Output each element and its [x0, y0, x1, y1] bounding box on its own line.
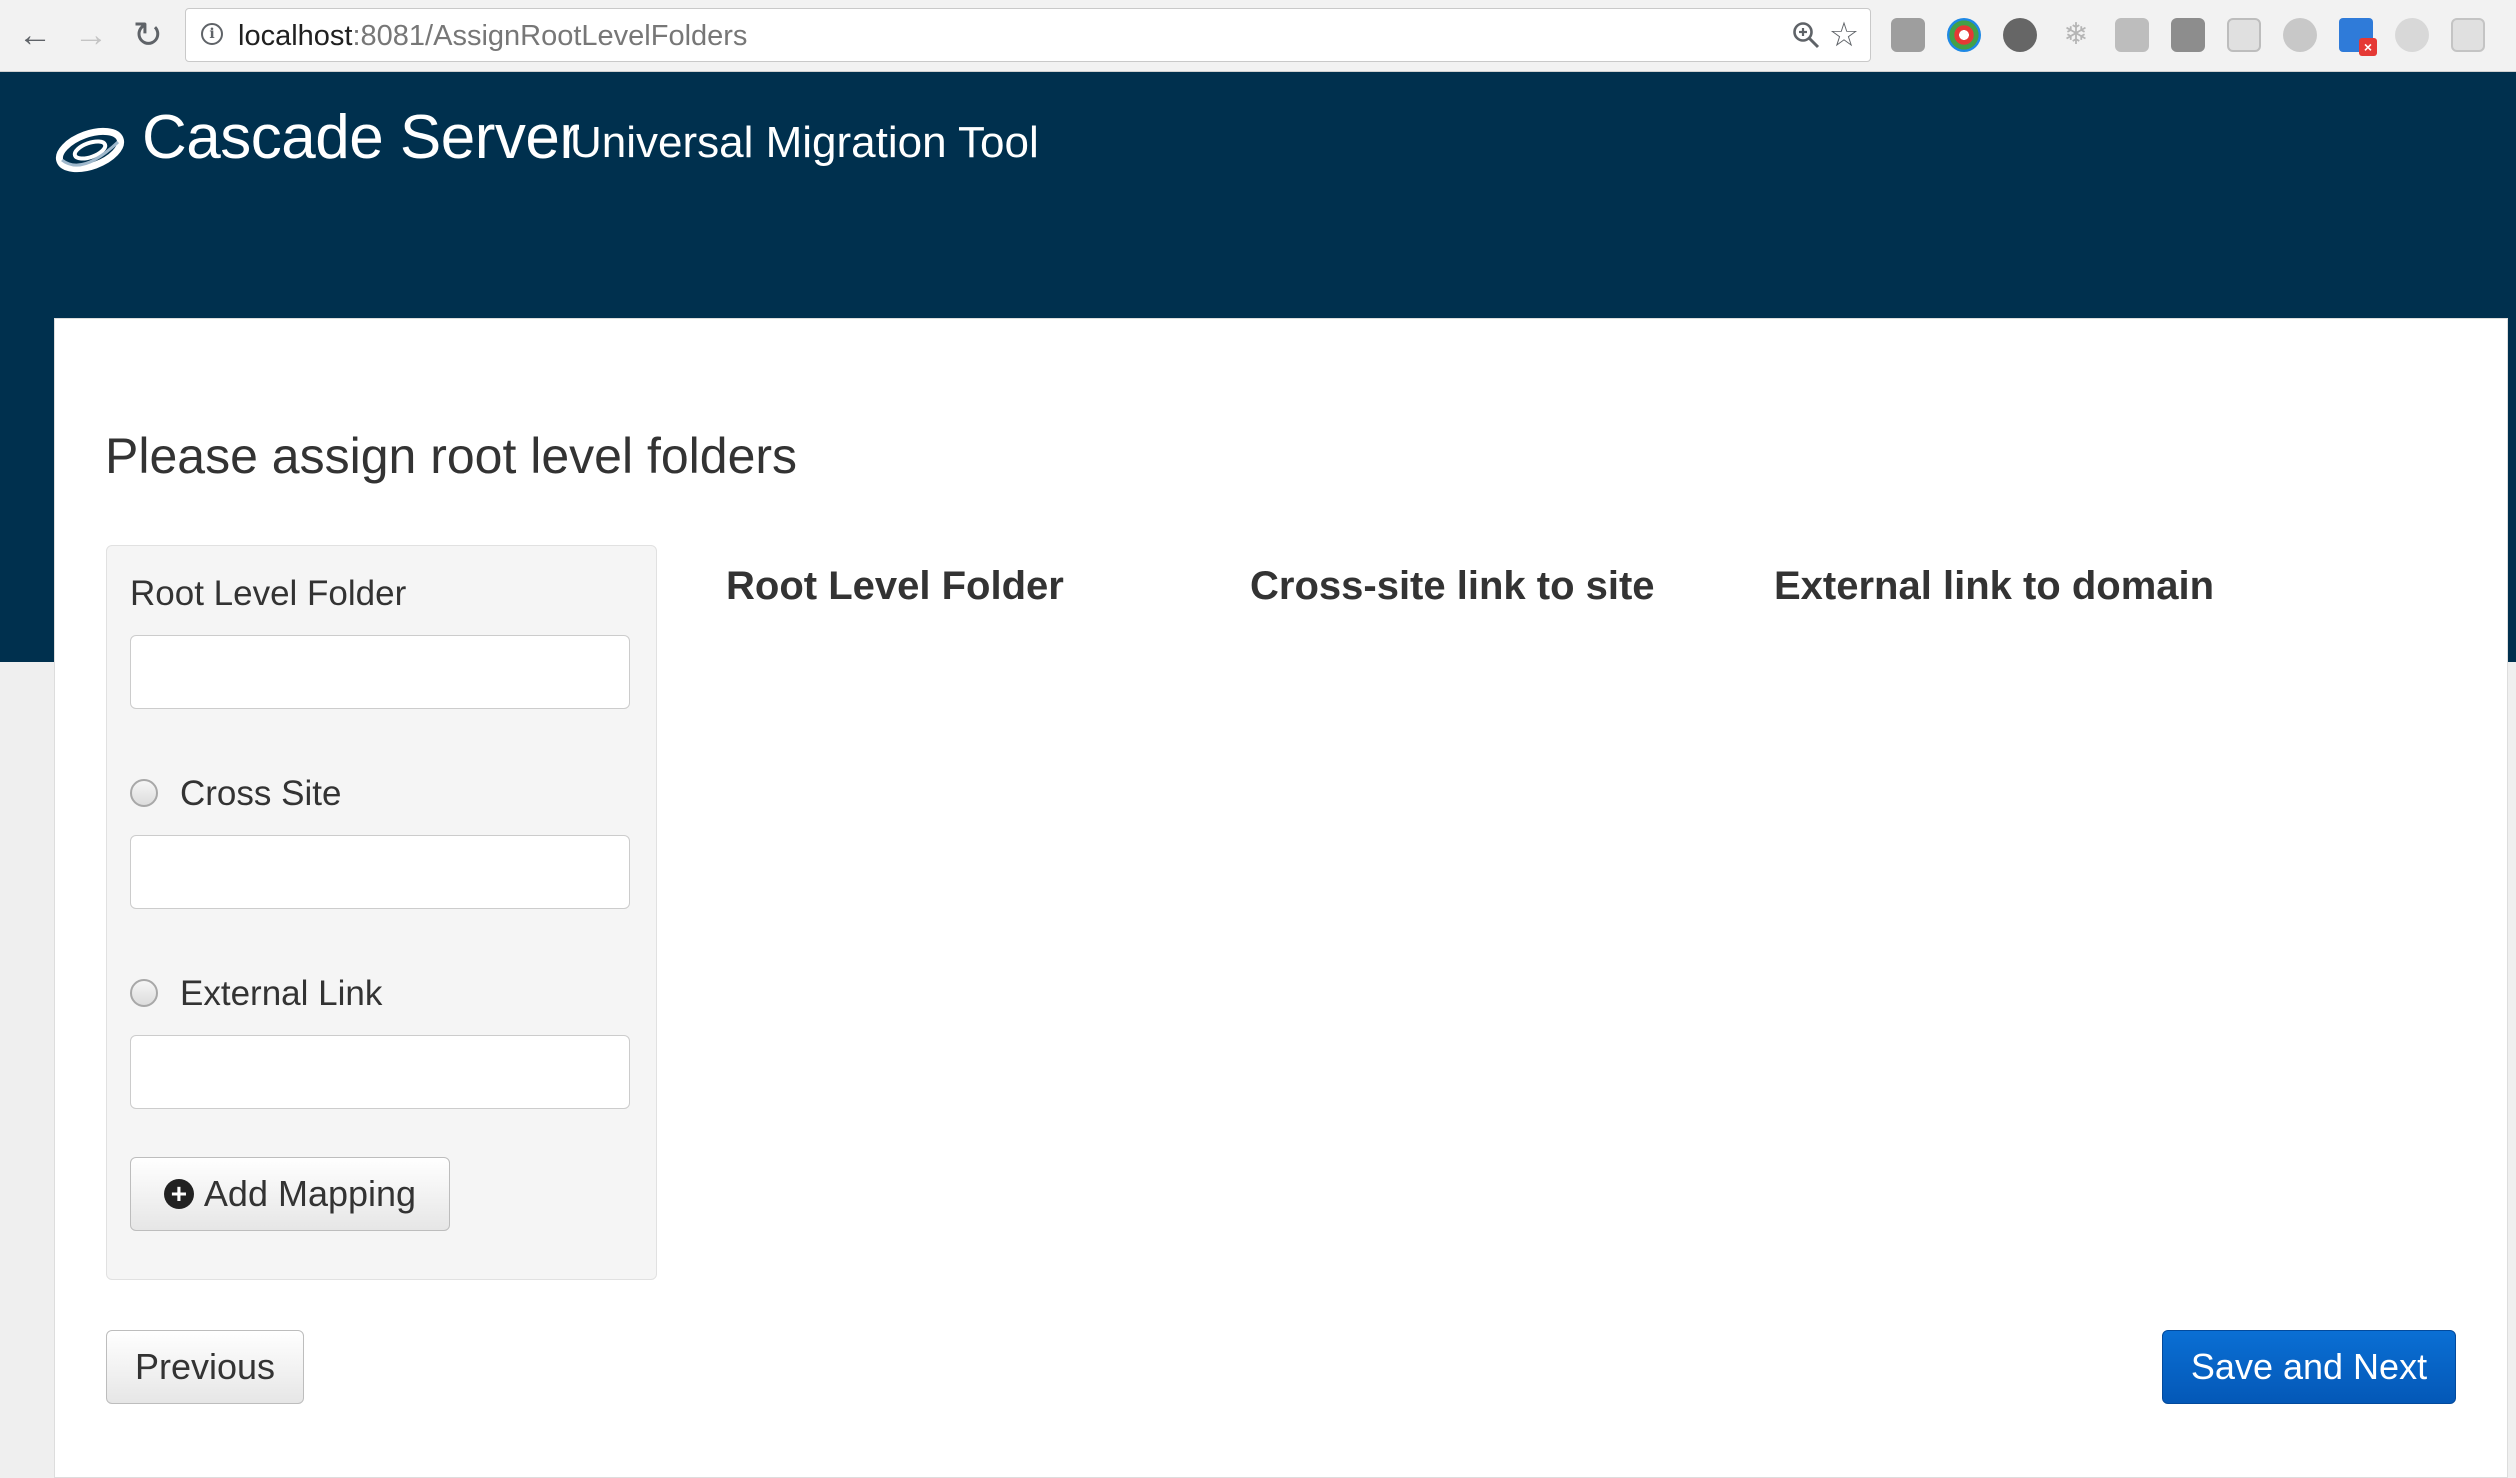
- color-picker-icon[interactable]: [1947, 18, 1981, 52]
- header-root-level-folder: Root Level Folder: [726, 564, 1064, 608]
- browser-toolbar: ← → ↻ i localhost:8081/AssignRootLevelFo…: [0, 0, 2516, 72]
- cross-site-input[interactable]: [130, 835, 630, 909]
- root-folder-input[interactable]: [130, 635, 630, 709]
- extension-icon[interactable]: [2451, 18, 2485, 52]
- forward-arrow-icon[interactable]: →: [70, 14, 112, 56]
- cross-site-label[interactable]: Cross Site: [180, 774, 341, 814]
- external-link-input[interactable]: [130, 1035, 630, 1109]
- extension-icon[interactable]: [2283, 18, 2317, 52]
- header-cross-site-link: Cross-site link to site: [1250, 564, 1655, 608]
- add-mapping-button[interactable]: + Add Mapping: [130, 1157, 450, 1231]
- reload-icon[interactable]: ↻: [127, 14, 169, 56]
- back-arrow-icon[interactable]: ←: [14, 14, 56, 56]
- brand-subtitle: Universal Migration Tool: [570, 118, 1039, 167]
- url-host: localhost: [238, 20, 353, 52]
- camera-icon[interactable]: [1891, 18, 1925, 52]
- header-external-link: External link to domain: [1774, 564, 2215, 608]
- extension-icon[interactable]: [2395, 18, 2429, 52]
- page-title: Please assign root level folders: [105, 428, 798, 484]
- mapping-form: Root Level Folder Cross Site External Li…: [106, 545, 657, 1280]
- zoom-icon[interactable]: [1788, 17, 1824, 53]
- extension-icon[interactable]: [2227, 18, 2261, 52]
- screen-icon[interactable]: ×: [2339, 18, 2377, 56]
- external-link-label[interactable]: External Link: [180, 974, 382, 1014]
- save-and-next-button[interactable]: Save and Next: [2162, 1330, 2456, 1404]
- globe-icon[interactable]: [2003, 18, 2037, 52]
- extension-icon[interactable]: [2115, 18, 2149, 52]
- root-folder-label: Root Level Folder: [130, 574, 407, 613]
- extension-icon[interactable]: [2171, 18, 2205, 52]
- brand-name: Cascade Server: [142, 103, 580, 172]
- plus-circle-icon: +: [163, 1179, 194, 1209]
- bookmark-star-icon[interactable]: ☆: [1826, 16, 1862, 54]
- main-card: Please assign root level folders Root Le…: [54, 318, 2508, 1478]
- address-bar[interactable]: i localhost:8081/AssignRootLevelFolders …: [185, 8, 1871, 62]
- external-link-radio[interactable]: [130, 979, 158, 1007]
- url-path: :8081/AssignRootLevelFolders: [352, 20, 748, 52]
- add-mapping-label: Add Mapping: [203, 1173, 417, 1214]
- cross-site-radio[interactable]: [130, 779, 158, 807]
- url-text[interactable]: localhost:8081/AssignRootLevelFolders: [238, 20, 747, 53]
- previous-button[interactable]: Previous: [106, 1330, 304, 1404]
- info-icon[interactable]: i: [201, 23, 223, 45]
- cascade-logo-icon: [52, 116, 128, 180]
- snowflake-icon[interactable]: ❄: [2059, 18, 2093, 52]
